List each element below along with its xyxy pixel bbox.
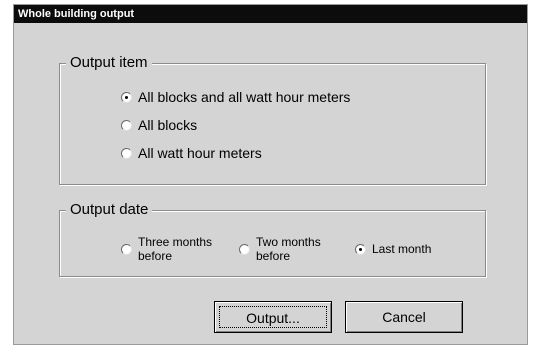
radio-indicator — [121, 147, 132, 159]
radio-two-months-before[interactable]: Two months before — [239, 235, 321, 263]
output-button-label: Output... — [219, 306, 327, 328]
radio-label: All blocks and all watt hour meters — [138, 89, 351, 105]
radio-three-months-before[interactable]: Three months before — [121, 235, 212, 263]
radio-indicator — [355, 243, 366, 255]
radio-indicator — [121, 91, 132, 103]
radio-label: Last month — [372, 242, 432, 256]
radio-last-month[interactable]: Last month — [355, 242, 431, 256]
radio-indicator — [121, 243, 132, 255]
radio-all-watt-hour-meters[interactable]: All watt hour meters — [121, 145, 262, 161]
cancel-button[interactable]: Cancel — [345, 301, 463, 333]
radio-indicator — [239, 243, 250, 255]
radio-label-line2: before — [138, 249, 173, 263]
cancel-button-label: Cancel — [382, 309, 426, 325]
radio-label: All watt hour meters — [138, 145, 262, 161]
radio-label-line1: Three months — [138, 235, 213, 249]
radio-label: All blocks — [138, 117, 198, 133]
radio-all-blocks-and-meters[interactable]: All blocks and all watt hour meters — [121, 89, 350, 105]
output-date-group-title: Output date — [66, 200, 153, 220]
output-item-group-title: Output item — [66, 53, 152, 73]
whole-building-output-dialog: Whole building output Output item All bl… — [13, 4, 528, 345]
dialog-title: Whole building output — [14, 5, 527, 23]
radio-label: Three months before — [138, 235, 212, 263]
radio-label: Two months before — [256, 235, 321, 263]
radio-label-line1: Two months — [256, 235, 321, 249]
output-button[interactable]: Output... — [214, 301, 332, 333]
radio-all-blocks[interactable]: All blocks — [121, 117, 197, 133]
radio-indicator — [121, 119, 132, 131]
radio-label-line2: before — [256, 249, 291, 263]
